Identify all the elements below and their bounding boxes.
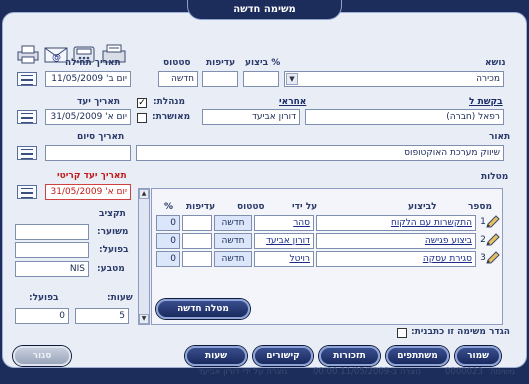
percent-field[interactable] <box>243 71 279 87</box>
requested-by-link[interactable]: בקשת ל <box>469 97 503 107</box>
description-label: תאור <box>489 132 511 142</box>
row-number: 3 <box>480 253 486 263</box>
subtask-status[interactable]: חדשה <box>214 233 252 249</box>
window-title: משימה חדשה <box>187 0 342 20</box>
subtask-status[interactable]: חדשה <box>214 251 252 267</box>
subtasks-scrollbar[interactable]: ▲ ▼ <box>138 188 150 325</box>
svg-text:@: @ <box>52 53 61 63</box>
row-number: 2 <box>480 235 486 245</box>
chevron-down-icon[interactable]: ▼ <box>286 73 298 85</box>
hours-label: שעות: <box>107 293 133 303</box>
calendar-icon[interactable] <box>17 110 37 124</box>
col-num-header: מספר <box>468 202 492 212</box>
approved-checkbox[interactable] <box>137 113 147 123</box>
hours-actual-label: בפועל: <box>29 293 59 303</box>
links-button[interactable]: קישורים <box>253 346 313 366</box>
scroll-down-icon[interactable]: ▼ <box>139 314 149 324</box>
save-button[interactable]: שמור <box>455 346 501 366</box>
subtask-assignee[interactable]: דורון אביעד <box>254 233 314 249</box>
footer-created: נוצרה ב-11/05/2009 00:00 <box>313 367 421 377</box>
calendar-icon[interactable] <box>17 185 37 199</box>
end-date-field[interactable] <box>45 145 131 161</box>
new-subtask-button[interactable]: מטלה חדשה <box>156 299 250 319</box>
budget-actual-field[interactable] <box>15 242 89 258</box>
footer-task-number: 0000023 <box>445 367 483 377</box>
requested-by-field[interactable]: רפאל (חברה) <box>305 109 504 125</box>
subtask-priority[interactable] <box>182 233 212 249</box>
subject-label: נושא <box>485 58 506 68</box>
printer-icon[interactable] <box>15 43 41 65</box>
close-button[interactable]: סגור <box>13 346 71 366</box>
hours-button[interactable]: שעות <box>185 346 247 366</box>
subtask-assignee[interactable]: רויטל <box>254 251 314 267</box>
budget-planned-label: משוער: <box>97 227 129 237</box>
subtask-exec[interactable]: סגירת עסקה <box>316 251 476 267</box>
target-date-field[interactable]: יום א' 31/05/2009 <box>45 109 131 125</box>
calendar-icon[interactable] <box>17 146 37 160</box>
subtask-priority[interactable] <box>182 215 212 231</box>
col-priority-header: עדיפות <box>186 202 216 212</box>
subtask-status[interactable]: חדשה <box>214 215 252 231</box>
footer-created-by: נוצרה על ידי דורון אביעד <box>198 367 288 377</box>
subject-select[interactable]: מכירה ▼ <box>284 71 504 87</box>
row-number: 1 <box>480 217 486 227</box>
subtask-percent[interactable]: 0 <box>156 251 180 267</box>
subtask-assignee[interactable]: סהר <box>254 215 314 231</box>
subtasks-table: מספר לביצוע על ידי סטטוס עדיפות % 1 התקש… <box>151 188 503 325</box>
participants-button[interactable]: משתתפים <box>386 346 449 366</box>
subtask-priority[interactable] <box>182 251 212 267</box>
subtask-percent[interactable]: 0 <box>156 233 180 249</box>
start-date-field[interactable]: יום ב' 11/05/2009 <box>45 71 131 87</box>
currency-field[interactable]: NIS <box>15 261 89 277</box>
manager-checkbox[interactable]: ✓ <box>137 98 147 108</box>
critical-date-field[interactable]: יום א' 31/05/2009 <box>45 184 131 200</box>
subtasks-label: מטלות <box>481 172 509 182</box>
subtask-percent[interactable]: 0 <box>156 215 180 231</box>
col-exec-header: לביצוע <box>408 202 437 212</box>
critical-date-label: תאריך יעד קריטי <box>57 171 127 181</box>
approved-label: מאושרת: <box>152 112 191 122</box>
calendar-icon[interactable] <box>17 72 37 86</box>
subject-value: מכירה <box>476 74 500 84</box>
description-field[interactable]: שיווק מערכת האוקטופוס <box>136 145 504 161</box>
reminders-button[interactable]: תזכורות <box>319 346 380 366</box>
budget-planned-field[interactable] <box>15 224 89 240</box>
priority-field[interactable] <box>202 71 238 87</box>
currency-label: מטבע: <box>97 264 125 274</box>
hours-actual-field[interactable]: 0 <box>15 308 69 324</box>
col-percent-header: % <box>164 202 174 212</box>
subtask-exec[interactable]: התקשרות עם הלקוח <box>316 215 476 231</box>
target-date-label: תאריך יעד <box>77 97 121 107</box>
footer-task-label: משימה <box>490 367 516 377</box>
start-date-label: תאריך תחילה <box>65 58 121 68</box>
status-label: סטטוס <box>163 58 191 68</box>
manager-label: מנהלת: <box>153 97 185 107</box>
col-by-header: על ידי <box>292 202 318 212</box>
hours-field[interactable]: 5 <box>75 308 129 324</box>
budget-actual-label: בפועל: <box>99 245 129 255</box>
percent-label: % ביצוע <box>245 58 281 68</box>
task-form-panel: @ נושא מכירה ▼ % ביצוע עדיפות סטטוס חדשה… <box>2 12 527 368</box>
end-date-label: תאריך סיום <box>77 132 125 142</box>
status-field[interactable]: חדשה <box>158 71 198 87</box>
priority-label: עדיפות <box>206 58 236 68</box>
budget-label: תקציב <box>99 209 126 219</box>
template-label: הגדר משימה זו כתבנית: <box>411 327 510 337</box>
responsible-link[interactable]: אחראי <box>279 97 306 107</box>
subtask-exec[interactable]: ביצוע פגישה <box>316 233 476 249</box>
template-checkbox[interactable] <box>397 328 407 338</box>
col-status-header: סטטוס <box>237 202 265 212</box>
responsible-field[interactable]: דורון אביעד <box>202 109 300 125</box>
scroll-up-icon[interactable]: ▲ <box>139 189 149 199</box>
